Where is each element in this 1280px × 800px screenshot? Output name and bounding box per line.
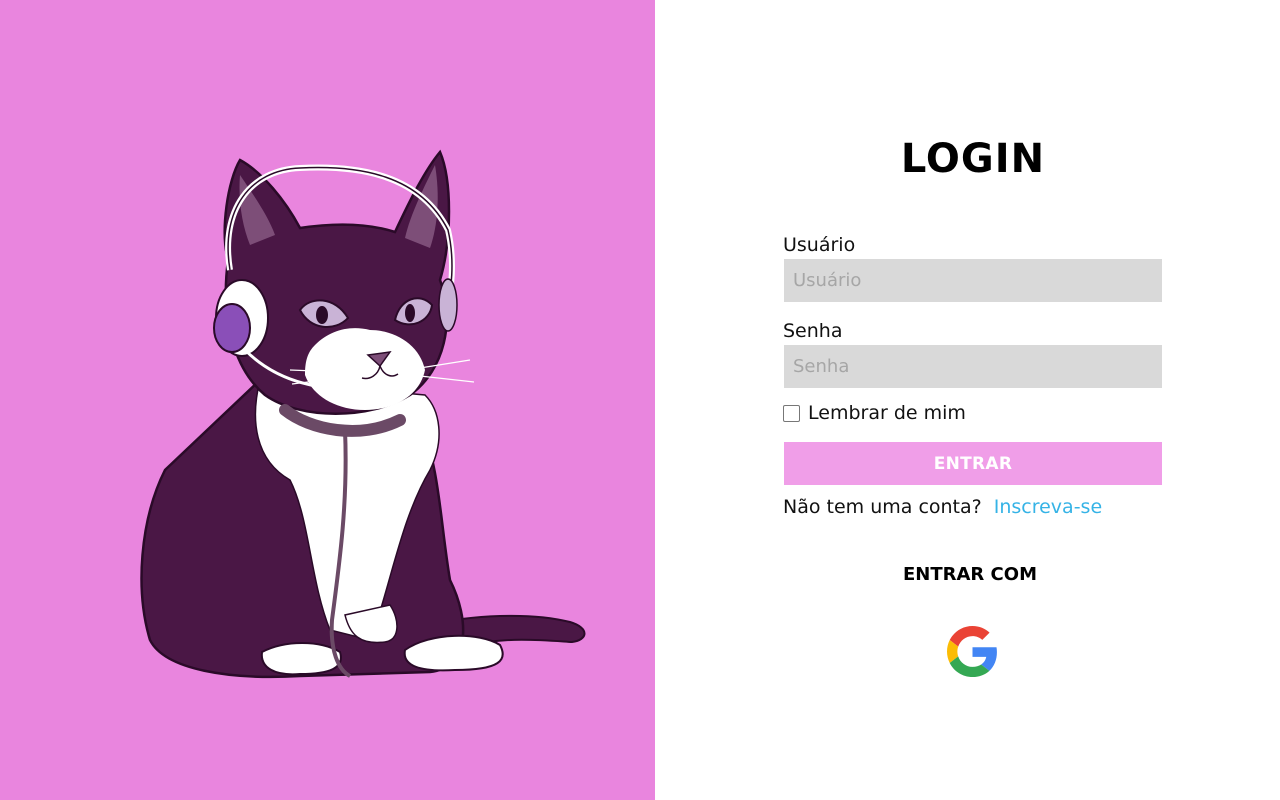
login-page: LOGIN Usuário Senha Lembrar de mim ENTRA… (0, 0, 1280, 800)
signup-link[interactable]: Inscreva-se (994, 496, 1102, 518)
password-input[interactable] (784, 345, 1162, 388)
illustration-panel (0, 0, 655, 800)
username-label: Usuário (783, 234, 856, 256)
login-form-panel: LOGIN Usuário Senha Lembrar de mim ENTRA… (655, 0, 1280, 800)
login-button[interactable]: ENTRAR (784, 442, 1162, 485)
remember-me-label[interactable]: Lembrar de mim (808, 402, 966, 424)
google-icon (947, 626, 997, 677)
alt-login-title: ENTRAR COM (903, 564, 1037, 585)
password-label: Senha (783, 320, 843, 342)
remember-me-checkbox[interactable] (783, 404, 800, 422)
remember-me-row: Lembrar de mim (783, 402, 966, 424)
page-title: LOGIN (900, 136, 1046, 182)
cat-with-headphones-illustration (140, 149, 586, 679)
signup-row: Não tem uma conta? Inscreva-se (783, 496, 1102, 518)
google-login-button[interactable] (947, 626, 998, 677)
username-input[interactable] (784, 259, 1162, 302)
signup-prompt: Não tem uma conta? (783, 496, 982, 518)
